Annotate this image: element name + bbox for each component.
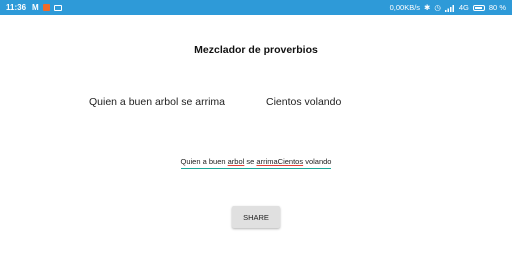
app-notification-icon	[42, 4, 50, 11]
image-notification-icon	[53, 4, 62, 11]
status-time: 11:36	[6, 3, 27, 12]
signal-icon	[444, 4, 454, 12]
network-type: 4G	[458, 3, 469, 12]
result-part-3: se	[244, 157, 257, 166]
mixed-proverb-field[interactable]: Quien a buen arbol se arrimaCientos vola…	[0, 157, 512, 169]
page-title: Mezclador de proverbios	[194, 44, 318, 56]
m-notification-icon: M	[32, 2, 39, 12]
status-bar: 11:36 M 0,00KB/s ✱ ◷ 4G 80 %	[0, 0, 512, 15]
status-bar-right: 0,00KB/s ✱ ◷ 4G 80 %	[390, 3, 506, 12]
mixed-proverb-text[interactable]: Quien a buen arbol se arrimaCientos vola…	[180, 157, 332, 169]
alarm-icon: ◷	[434, 2, 441, 12]
result-part-5: volando	[303, 157, 332, 166]
battery-icon	[472, 4, 485, 11]
status-bar-left: 11:36 M	[6, 3, 62, 12]
battery-percent: 80 %	[488, 3, 506, 12]
result-part-2: arbol	[227, 157, 245, 166]
proverb-first-half: Quien a buen arbol se arrima	[89, 96, 225, 108]
result-part-1: Quien a buen	[180, 157, 228, 166]
result-part-4: arrimaCientos	[256, 157, 304, 166]
share-button[interactable]: SHARE	[232, 206, 280, 228]
app-screen: 11:36 M 0,00KB/s ✱ ◷ 4G 80 % Mezclador d…	[0, 0, 512, 256]
bluetooth-icon: ✱	[424, 2, 431, 12]
data-rate: 0,00KB/s	[389, 3, 421, 12]
proverb-second-half: Cientos volando	[266, 96, 342, 108]
